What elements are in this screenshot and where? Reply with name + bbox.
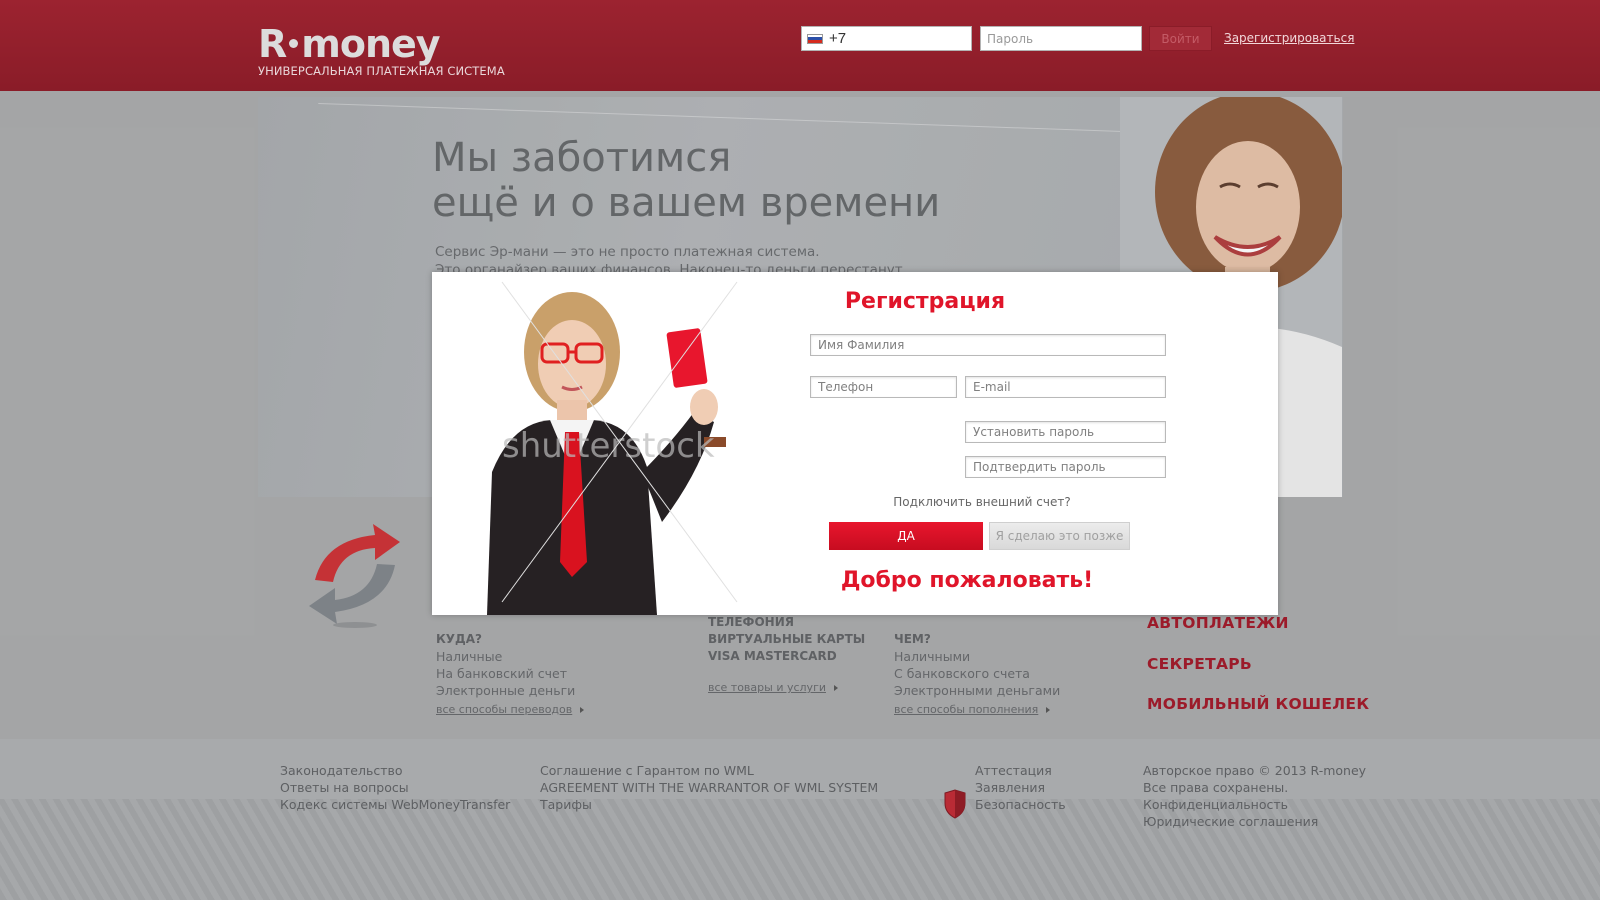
copyright-text: Авторское право © 2013 R-money — [1143, 763, 1367, 778]
all-topup-methods-link[interactable]: все способы пополнения — [894, 703, 1051, 716]
goods-item[interactable]: ВИРТУАЛЬНЫЕ КАРТЫ — [708, 632, 865, 646]
businesswoman-card-photo: shutterstock — [432, 272, 744, 615]
footer-link[interactable]: Кодекс системы WebMoneyTransfer — [280, 796, 510, 813]
where-item[interactable]: Электронные деньги — [436, 683, 575, 698]
phone-login-input[interactable]: +7 — [801, 26, 972, 51]
header-bar: Rmoney УНИВЕРСАЛЬНАЯ ПЛАТЕЖНАЯ СИСТЕМА +… — [0, 0, 1600, 91]
register-link[interactable]: Зарегистрироваться — [1224, 31, 1354, 45]
footer-link[interactable]: Безопасность — [975, 796, 1066, 813]
yes-button[interactable]: ДА — [829, 522, 983, 550]
footer-col-1: Законодательство Ответы на вопросы Кодек… — [280, 762, 510, 813]
confirm-password-input[interactable] — [965, 456, 1166, 478]
russia-flag-icon — [807, 33, 823, 44]
footer-col-2: Соглашение с Гарантом по WML AGREEMENT W… — [540, 762, 878, 813]
how-title: ЧЕМ? — [894, 632, 931, 646]
all-transfer-methods-link[interactable]: все способы переводов — [436, 703, 585, 716]
footer-link[interactable]: Конфиденциальность — [1143, 796, 1366, 813]
goods-item[interactable]: VISA MASTERCARD — [708, 649, 837, 663]
full-name-input[interactable] — [810, 334, 1166, 356]
exchange-arrows-icon — [305, 520, 405, 630]
tagline: УНИВЕРСАЛЬНАЯ ПЛАТЕЖНАЯ СИСТЕМА — [258, 64, 505, 78]
modal-title: Регистрация — [844, 289, 1006, 314]
service-mobile-wallet[interactable]: МОБИЛЬНЫЙ КОШЕЛЕК — [1147, 695, 1369, 713]
email-input[interactable] — [965, 376, 1166, 398]
rights-text: Все права сохранены. — [1143, 780, 1289, 795]
all-goods-link[interactable]: все товары и услуги — [708, 681, 838, 694]
password-input[interactable] — [980, 26, 1142, 51]
how-item[interactable]: С банковского счета — [894, 666, 1030, 681]
phone-prefix: +7 — [829, 30, 847, 47]
footer-link[interactable]: Юридические соглашения — [1143, 813, 1366, 830]
arrow-right-icon — [834, 685, 838, 691]
later-button[interactable]: Я сделаю это позже — [989, 522, 1130, 550]
shield-icon — [943, 789, 967, 819]
login-button[interactable]: Войти — [1149, 26, 1212, 51]
phone-input[interactable] — [810, 376, 957, 398]
logo[interactable]: Rmoney — [258, 22, 441, 66]
footer-col-4: Авторское право © 2013 R-money Все права… — [1143, 762, 1366, 830]
where-item[interactable]: Наличные — [436, 649, 502, 664]
arrow-right-icon — [580, 707, 585, 713]
footer-link[interactable]: Тарифы — [540, 796, 878, 813]
how-item[interactable]: Электронными деньгами — [894, 683, 1060, 698]
service-secretary[interactable]: СЕКРЕТАРЬ — [1147, 655, 1252, 673]
watermark-text: shutterstock — [502, 426, 715, 466]
where-item[interactable]: На банковский счет — [436, 666, 567, 681]
how-item[interactable]: Наличными — [894, 649, 970, 664]
arrow-right-icon — [1046, 707, 1051, 713]
footer-link[interactable]: Законодательство — [280, 762, 510, 779]
connect-external-account-question: Подключить внешний счет? — [893, 495, 1071, 509]
footer-link[interactable]: Ответы на вопросы — [280, 779, 510, 796]
footer-col-3: Аттестация Заявления Безопасность — [975, 762, 1066, 813]
registration-modal: shutterstock Регистрация Подключить внеш… — [432, 272, 1278, 615]
service-autopayments[interactable]: АВТОПЛАТЕЖИ — [1147, 614, 1289, 632]
footer-link[interactable]: AGREEMENT WITH THE WARRANTOR OF WML SYST… — [540, 779, 878, 796]
welcome-message: Добро пожаловать! — [840, 568, 1094, 593]
footer-link[interactable]: Соглашение с Гарантом по WML — [540, 762, 878, 779]
footer-link[interactable]: Заявления — [975, 779, 1066, 796]
partial-telephony: ТЕЛЕФОНИЯ — [708, 615, 794, 629]
footer-link[interactable]: Аттестация — [975, 762, 1066, 779]
where-title: КУДА? — [436, 632, 482, 646]
set-password-input[interactable] — [965, 421, 1166, 443]
